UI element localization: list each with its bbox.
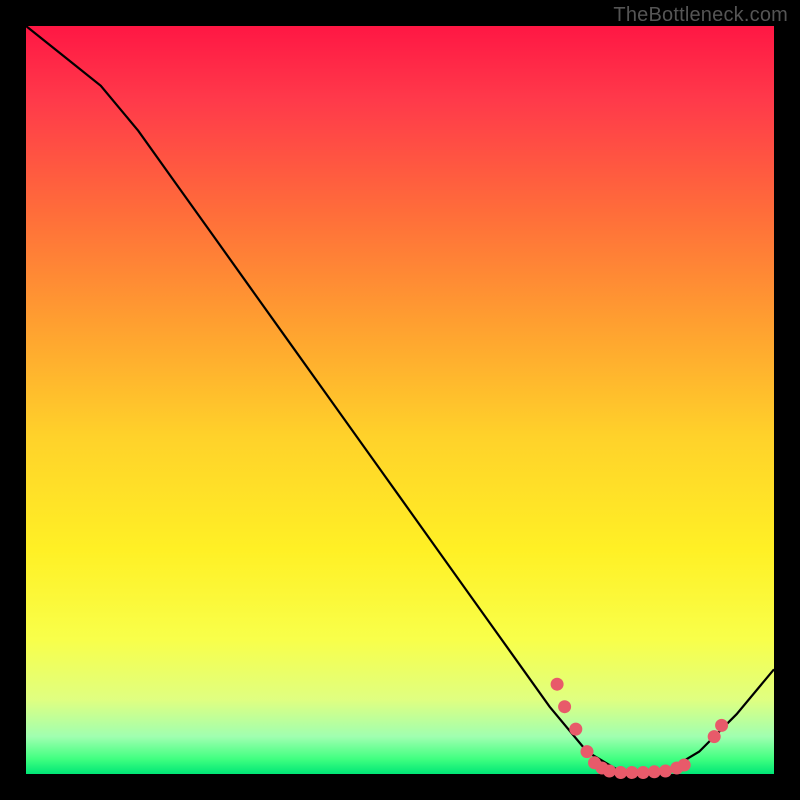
data-marker [637,766,650,779]
data-marker [678,759,691,772]
data-marker [708,730,721,743]
data-marker [581,745,594,758]
data-marker [551,678,564,691]
chart-plot [0,0,800,800]
data-marker [625,766,638,779]
data-marker [603,765,616,778]
data-marker [715,719,728,732]
data-marker [659,765,672,778]
data-marker [558,700,571,713]
plot-background [26,26,774,774]
data-marker [569,723,582,736]
chart-container: TheBottleneck.com [0,0,800,800]
data-marker [614,766,627,779]
attribution-text: TheBottleneck.com [613,4,788,27]
data-marker [648,765,661,778]
